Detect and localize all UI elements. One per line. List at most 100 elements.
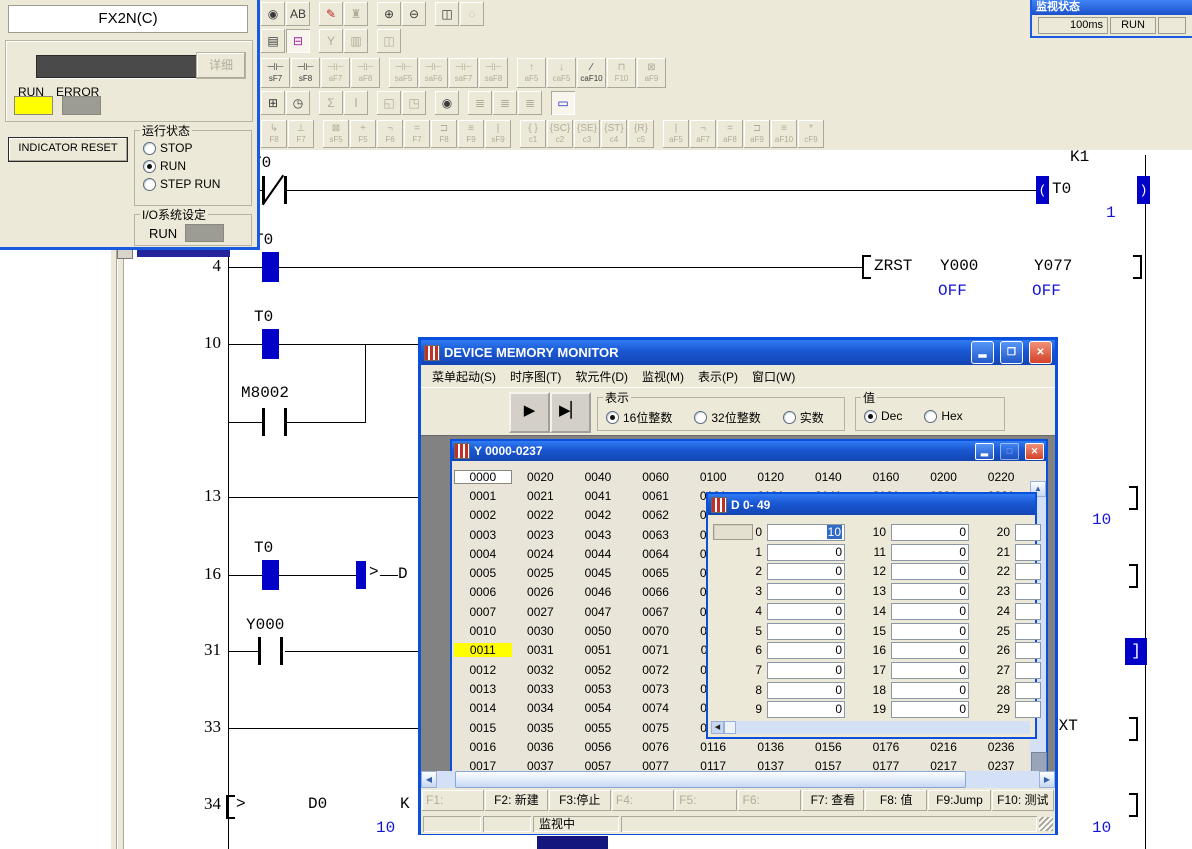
radio-STEP RUN[interactable]: STEP RUN bbox=[143, 177, 251, 191]
y-cell[interactable]: 0237 bbox=[972, 759, 1030, 771]
d-value-field[interactable]: 0 bbox=[891, 682, 969, 699]
y-maximize-button[interactable]: □ bbox=[1000, 443, 1019, 460]
y-cell[interactable]: 0046 bbox=[569, 585, 627, 599]
radio-32位整数[interactable]: 32位整数 bbox=[694, 409, 760, 426]
y-scroll-thumb[interactable] bbox=[1031, 752, 1047, 771]
fkey-f3[interactable]: F3:停止 bbox=[549, 790, 611, 811]
y-cell[interactable]: 0024 bbox=[512, 547, 570, 561]
y-cell[interactable]: 0057 bbox=[569, 759, 627, 771]
y-cell[interactable]: 0040 bbox=[569, 470, 627, 484]
y-cell[interactable]: 0051 bbox=[569, 643, 627, 657]
menu-item[interactable]: 时序图(T) bbox=[503, 365, 568, 388]
d-value-field[interactable] bbox=[1015, 524, 1041, 541]
fkey-f10[interactable]: F10: 测试 bbox=[992, 790, 1054, 811]
y-cell[interactable]: 0116 bbox=[684, 740, 742, 754]
no-contact-y000[interactable] bbox=[258, 637, 261, 665]
y-cell[interactable]: 0060 bbox=[627, 470, 685, 484]
y-cell[interactable]: 0054 bbox=[569, 701, 627, 715]
d-value-field[interactable]: 0 bbox=[767, 544, 845, 561]
tree-item-fragment[interactable] bbox=[137, 249, 230, 257]
y-cell[interactable]: 0015 bbox=[454, 721, 512, 735]
y-cell[interactable]: 0200 bbox=[915, 470, 973, 484]
scroll-right-icon[interactable]: ▶ bbox=[1039, 771, 1055, 788]
menu-item[interactable]: 窗口(W) bbox=[745, 365, 802, 388]
close-button[interactable]: ✕ bbox=[1029, 341, 1052, 364]
y-cell[interactable]: 0070 bbox=[627, 624, 685, 638]
y-cell[interactable]: 0010 bbox=[454, 624, 512, 638]
y-cell[interactable]: 0055 bbox=[569, 721, 627, 735]
y-cell[interactable]: 0061 bbox=[627, 489, 685, 503]
y-cell[interactable]: 0033 bbox=[512, 682, 570, 696]
y-cell[interactable]: 0220 bbox=[972, 470, 1030, 484]
y-cell[interactable]: 0020 bbox=[512, 470, 570, 484]
menu-item[interactable]: 监视(M) bbox=[635, 365, 691, 388]
d-value-field[interactable]: 0 bbox=[891, 524, 969, 541]
radio-Hex[interactable]: Hex bbox=[924, 409, 962, 423]
y-cell[interactable]: 0026 bbox=[512, 585, 570, 599]
y-cell[interactable]: 0157 bbox=[800, 759, 858, 771]
d-value-field[interactable]: 0 bbox=[767, 682, 845, 699]
detail-button[interactable]: 详细 bbox=[196, 52, 246, 79]
y-cell[interactable]: 0047 bbox=[569, 605, 627, 619]
y-cell[interactable]: 0004 bbox=[454, 547, 512, 561]
indicator-reset-button[interactable]: INDICATOR RESET bbox=[8, 137, 128, 162]
y-cell[interactable]: 0035 bbox=[512, 721, 570, 735]
y-cell[interactable]: 0000 bbox=[454, 470, 512, 484]
y-cell[interactable]: 0016 bbox=[454, 740, 512, 754]
energized-contact-t0-r4[interactable] bbox=[262, 252, 279, 282]
y-cell[interactable]: 0062 bbox=[627, 508, 685, 522]
y-cell[interactable]: 0053 bbox=[569, 682, 627, 696]
d-value-field[interactable]: 0 bbox=[891, 701, 969, 718]
y-cell[interactable]: 0014 bbox=[454, 701, 512, 715]
radio-STOP[interactable]: STOP bbox=[143, 141, 251, 155]
y-cell[interactable]: 0011 bbox=[454, 643, 512, 657]
scroll-left-icon[interactable]: ◀ bbox=[421, 771, 437, 788]
y-cell[interactable]: 0217 bbox=[915, 759, 973, 771]
y-cell[interactable]: 0017 bbox=[454, 759, 512, 771]
y-cell[interactable]: 0027 bbox=[512, 605, 570, 619]
d-value-field[interactable]: 10 bbox=[767, 524, 845, 541]
y-cell[interactable]: 0063 bbox=[627, 528, 685, 542]
y-close-button[interactable]: ✕ bbox=[1025, 443, 1044, 460]
y-cell[interactable]: 0042 bbox=[569, 508, 627, 522]
menu-item[interactable]: 表示(P) bbox=[691, 365, 745, 388]
y-cell[interactable]: 0156 bbox=[800, 740, 858, 754]
energized-contact-t0-r16[interactable] bbox=[262, 560, 279, 590]
d-value-field[interactable] bbox=[1015, 682, 1041, 699]
d-value-field[interactable]: 0 bbox=[767, 642, 845, 659]
d-value-field[interactable] bbox=[1015, 662, 1041, 679]
fkey-f7[interactable]: F7: 查看 bbox=[802, 790, 864, 811]
y-cell[interactable]: 0072 bbox=[627, 663, 685, 677]
d-value-field[interactable] bbox=[1015, 701, 1041, 718]
dmm-title-bar[interactable]: DEVICE MEMORY MONITOR ▂ ❐ ✕ bbox=[421, 340, 1055, 365]
y-cell[interactable]: 0021 bbox=[512, 489, 570, 503]
d-value-field[interactable]: 0 bbox=[767, 583, 845, 600]
y-cell[interactable]: 0005 bbox=[454, 566, 512, 580]
dmm-horizontal-scrollbar[interactable]: ◀ ▶ bbox=[421, 771, 1055, 788]
radio-实数[interactable]: 实数 bbox=[783, 409, 824, 426]
d-value-field[interactable] bbox=[1015, 563, 1041, 580]
y-cell[interactable]: 0140 bbox=[800, 470, 858, 484]
fkey-f8[interactable]: F8: 值 bbox=[865, 790, 927, 811]
y-cell[interactable]: 0050 bbox=[569, 624, 627, 638]
d-value-field[interactable]: 0 bbox=[767, 563, 845, 580]
y-cell[interactable]: 0076 bbox=[627, 740, 685, 754]
y-window-title-bar[interactable]: Y 0000-0237 ▂ □ ✕ bbox=[452, 441, 1046, 461]
ladder-edit-cursor[interactable] bbox=[1125, 638, 1147, 665]
d-value-field[interactable]: 0 bbox=[891, 642, 969, 659]
d-value-field[interactable]: 0 bbox=[767, 701, 845, 718]
energized-contact-t0-r10[interactable] bbox=[262, 329, 279, 359]
y-cell[interactable]: 0002 bbox=[454, 508, 512, 522]
d-value-field[interactable]: 0 bbox=[767, 623, 845, 640]
y-cell[interactable]: 0031 bbox=[512, 643, 570, 657]
scroll-left-icon[interactable]: ◀ bbox=[711, 721, 724, 734]
y-cell[interactable]: 0117 bbox=[684, 759, 742, 771]
d-value-field[interactable]: 0 bbox=[767, 662, 845, 679]
d-value-field[interactable]: 0 bbox=[891, 583, 969, 600]
y-cell[interactable]: 0216 bbox=[915, 740, 973, 754]
y-cell[interactable]: 0120 bbox=[742, 470, 800, 484]
y-cell[interactable]: 0136 bbox=[742, 740, 800, 754]
d-value-field[interactable] bbox=[1015, 642, 1041, 659]
resize-grip[interactable] bbox=[1039, 817, 1053, 831]
start-monitor-button[interactable]: ▶ bbox=[509, 392, 550, 433]
